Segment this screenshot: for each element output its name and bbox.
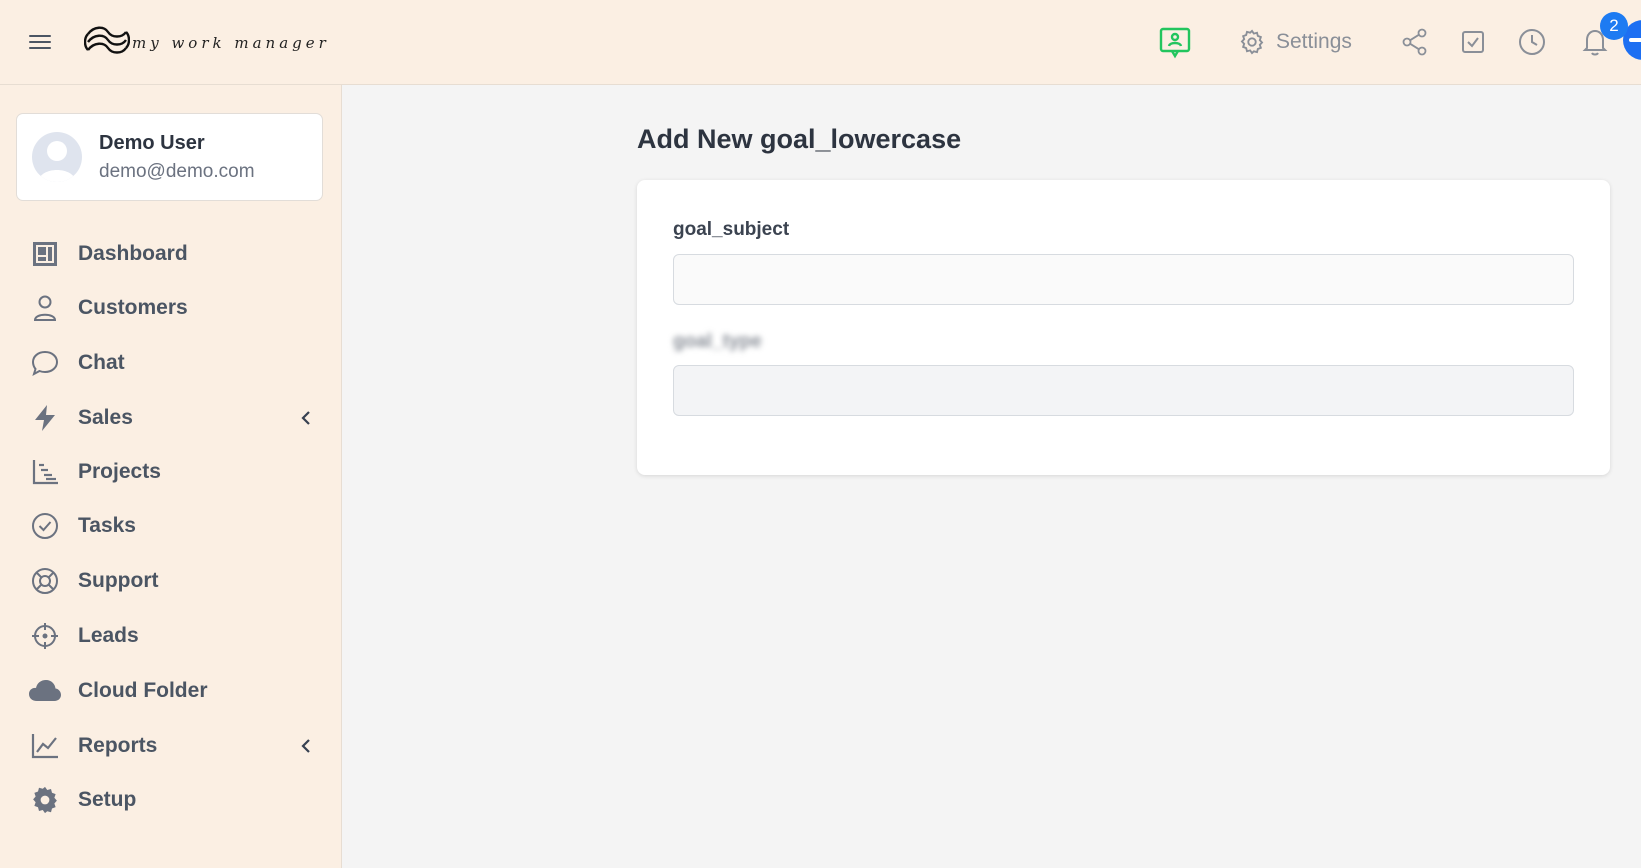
goal-type-input[interactable] xyxy=(673,365,1574,416)
sidebar-item-label: Tasks xyxy=(78,514,136,537)
share-icon[interactable] xyxy=(1398,25,1432,59)
dashboard-icon xyxy=(28,237,62,271)
settings-button[interactable]: Settings xyxy=(1238,26,1352,58)
gear-icon xyxy=(28,783,62,817)
sidebar-item-cloud-folder[interactable]: Cloud Folder xyxy=(0,666,342,716)
line-chart-icon xyxy=(28,729,62,763)
sidebar-item-label: Cloud Folder xyxy=(78,679,208,702)
lightning-icon xyxy=(28,401,62,435)
sidebar-item-tasks[interactable]: Tasks xyxy=(0,501,342,551)
checkbox-icon[interactable] xyxy=(1456,25,1490,59)
presentation-chat-icon[interactable] xyxy=(1158,25,1192,59)
sidebar: Demo User demo@demo.com Dashboard Custom… xyxy=(0,85,342,868)
sidebar-item-reports[interactable]: Reports xyxy=(0,721,342,771)
logo-knot-icon xyxy=(84,26,130,54)
sidebar-item-label: Dashboard xyxy=(78,242,188,265)
user-name: Demo User xyxy=(99,132,205,154)
notification-badge: 2 xyxy=(1600,12,1628,40)
cloud-icon xyxy=(28,674,62,708)
sidebar-item-leads[interactable]: Leads xyxy=(0,611,342,661)
sidebar-item-label: Reports xyxy=(78,734,158,757)
hamburger-menu-icon[interactable] xyxy=(26,28,54,56)
app-logo[interactable]: my work manager xyxy=(84,22,330,62)
crosshair-icon xyxy=(28,619,62,653)
sidebar-item-customers[interactable]: Customers xyxy=(0,283,342,333)
sidebar-item-label: Support xyxy=(78,569,159,592)
lifebuoy-icon xyxy=(28,564,62,598)
sidebar-item-dashboard[interactable]: Dashboard xyxy=(0,229,342,279)
logo-text: my work manager xyxy=(132,34,330,52)
sidebar-item-chat[interactable]: Chat xyxy=(0,338,342,388)
chevron-left-icon[interactable] xyxy=(296,736,316,756)
sidebar-item-label: Setup xyxy=(78,788,137,811)
sidebar-item-label: Leads xyxy=(78,624,139,647)
form-card: goal_subject goal_type xyxy=(637,180,1610,475)
user-email: demo@demo.com xyxy=(99,161,255,182)
goal-subject-label: goal_subject xyxy=(673,219,790,240)
settings-label: Settings xyxy=(1276,30,1352,53)
avatar xyxy=(32,132,82,182)
goal-subject-input[interactable] xyxy=(673,254,1574,305)
user-icon xyxy=(28,291,62,325)
sidebar-item-label: Projects xyxy=(78,460,161,483)
sidebar-item-label: Customers xyxy=(78,296,188,319)
sidebar-item-label: Chat xyxy=(78,351,125,374)
user-card[interactable]: Demo User demo@demo.com xyxy=(16,113,323,201)
check-circle-icon xyxy=(28,509,62,543)
sidebar-item-support[interactable]: Support xyxy=(0,556,342,606)
page-title: Add New goal_lowercase xyxy=(637,124,962,154)
chat-bubble-icon xyxy=(28,346,62,380)
goal-type-label: goal_type xyxy=(673,331,762,352)
sidebar-item-projects[interactable]: Projects xyxy=(0,447,342,497)
clock-icon[interactable] xyxy=(1515,25,1549,59)
gantt-chart-icon xyxy=(28,455,62,489)
chevron-left-icon[interactable] xyxy=(296,408,316,428)
gear-icon xyxy=(1240,29,1264,55)
top-bar: my work manager Settings 2 xyxy=(0,0,1641,85)
sidebar-item-sales[interactable]: Sales xyxy=(0,393,342,443)
sidebar-item-label: Sales xyxy=(78,406,133,429)
sidebar-item-setup[interactable]: Setup xyxy=(0,775,342,825)
